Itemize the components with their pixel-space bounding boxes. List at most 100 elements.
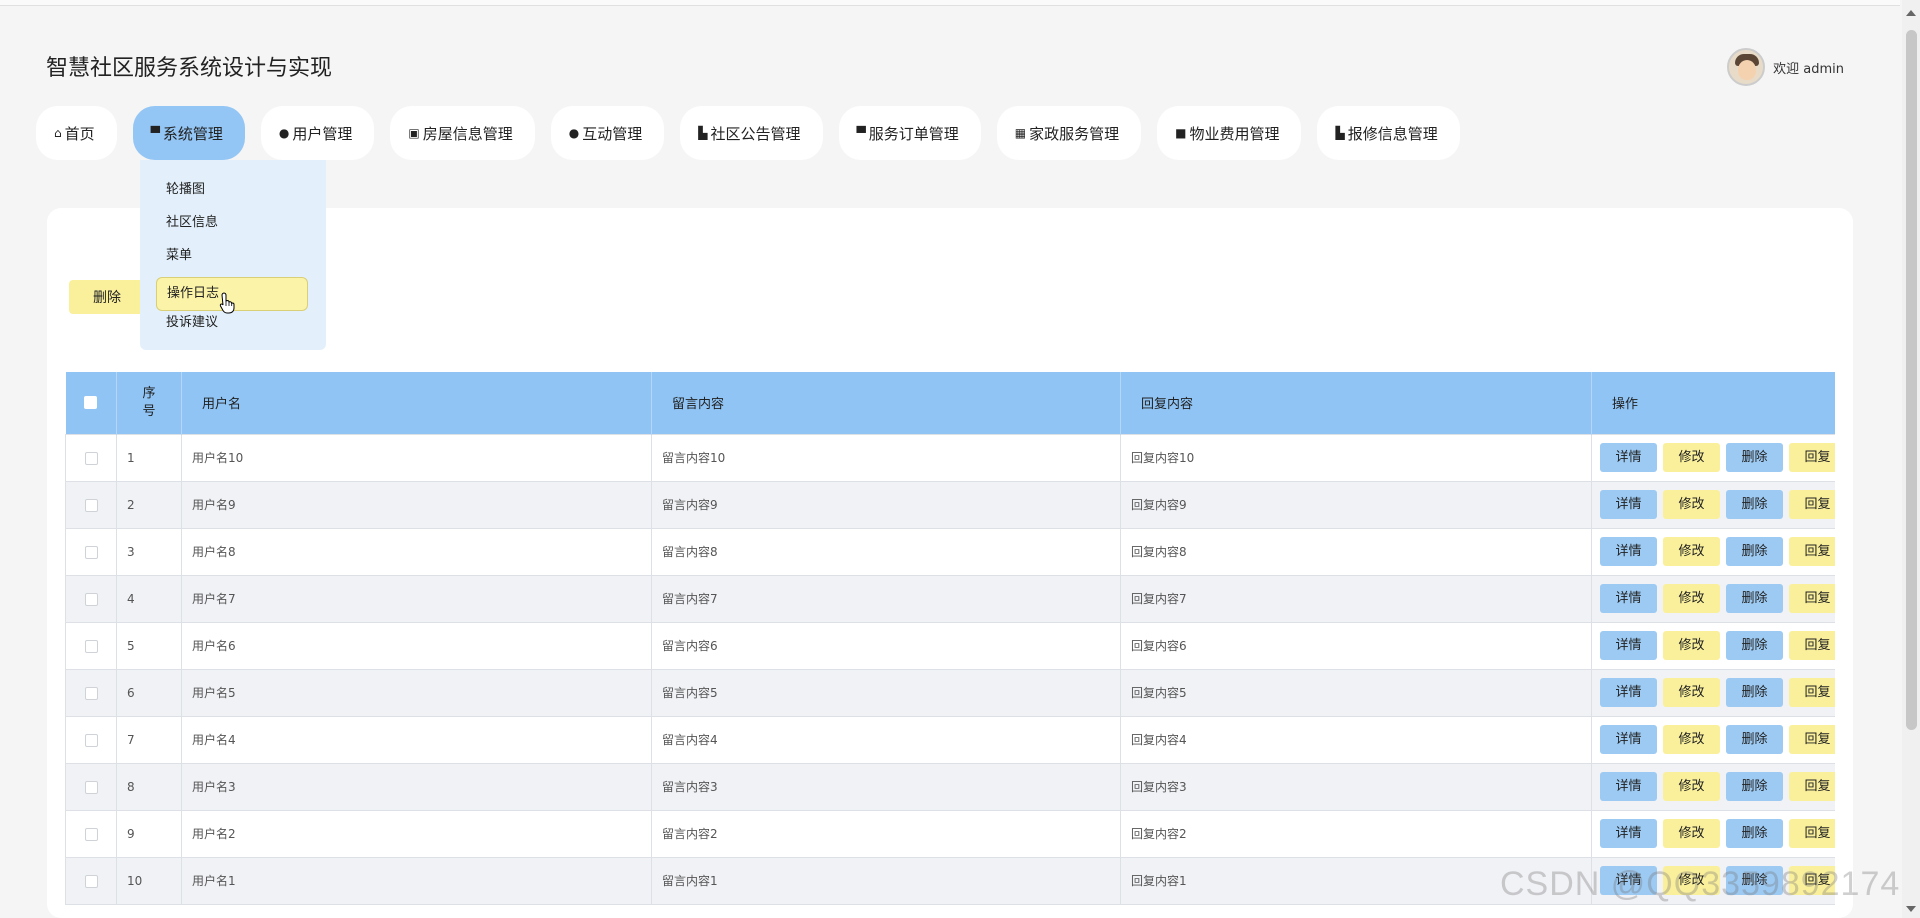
nav-property-fee[interactable]: ■ 物业费用管理 xyxy=(1157,106,1302,160)
edit-button[interactable]: 修改 xyxy=(1663,537,1720,566)
nav-community-notice[interactable]: ▙ 社区公告管理 xyxy=(680,106,823,160)
delete-button[interactable]: 删除 xyxy=(1726,819,1783,848)
detail-button[interactable]: 详情 xyxy=(1600,725,1657,754)
row-checkbox[interactable] xyxy=(84,874,98,888)
row-checkbox[interactable] xyxy=(84,545,98,559)
window-icon: ▀ xyxy=(856,126,866,140)
nav-repair-info[interactable]: ▙ 报修信息管理 xyxy=(1317,106,1460,160)
dropdown-item-community-info[interactable]: 社区信息 xyxy=(140,211,326,244)
delete-button[interactable]: 删除 xyxy=(1726,537,1783,566)
nav-housekeeping[interactable]: ▦ 家政服务管理 xyxy=(996,106,1142,160)
nav-label: 房屋信息管理 xyxy=(422,124,513,143)
cell-reply: 回复内容7 xyxy=(1120,574,1592,623)
detail-button[interactable]: 详情 xyxy=(1600,678,1657,707)
avatar[interactable] xyxy=(1727,48,1766,86)
nav-house-info[interactable]: ▣ 房屋信息管理 xyxy=(390,106,535,160)
reply-button[interactable]: 回复 xyxy=(1789,490,1835,519)
delete-button[interactable]: 删除 xyxy=(1726,678,1783,707)
detail-button[interactable]: 详情 xyxy=(1600,772,1657,801)
batch-delete-button[interactable]: 删除 xyxy=(69,280,145,314)
nav-service-order[interactable]: ▀ 服务订单管理 xyxy=(838,106,981,160)
nav-system-management[interactable]: ▀ 系统管理 xyxy=(132,106,245,160)
nav-interaction[interactable]: ● 互动管理 xyxy=(550,106,665,160)
detail-button[interactable]: 详情 xyxy=(1600,443,1657,472)
row-checkbox[interactable] xyxy=(84,592,98,606)
row-checkbox[interactable] xyxy=(84,498,98,512)
row-select-cell[interactable] xyxy=(65,621,117,670)
edit-button[interactable]: 修改 xyxy=(1663,631,1720,660)
vertical-scrollbar[interactable] xyxy=(1902,0,1920,918)
row-checkbox[interactable] xyxy=(84,780,98,794)
delete-button[interactable]: 删除 xyxy=(1726,772,1783,801)
scroll-down-arrow-icon[interactable] xyxy=(1906,906,1916,912)
scroll-up-arrow-icon[interactable] xyxy=(1906,10,1916,16)
row-checkbox[interactable] xyxy=(84,733,98,747)
reply-button[interactable]: 回复 xyxy=(1789,537,1835,566)
nav-label: 系统管理 xyxy=(162,124,223,143)
cell-username: 用户名5 xyxy=(181,668,652,717)
edit-button[interactable]: 修改 xyxy=(1663,490,1720,519)
row-checkbox[interactable] xyxy=(84,639,98,653)
nav-home[interactable]: ⌂ 首页 xyxy=(36,106,117,160)
row-select-cell[interactable] xyxy=(65,433,117,482)
delete-button[interactable]: 删除 xyxy=(1726,631,1783,660)
edit-button[interactable]: 修改 xyxy=(1663,584,1720,613)
header-message: 留言内容 xyxy=(651,372,1121,434)
row-select-cell[interactable] xyxy=(65,527,117,576)
detail-button[interactable]: 详情 xyxy=(1600,819,1657,848)
row-select-cell[interactable] xyxy=(65,762,117,811)
delete-button[interactable]: 删除 xyxy=(1726,443,1783,472)
reply-button[interactable]: 回复 xyxy=(1789,819,1835,848)
edit-button[interactable]: 修改 xyxy=(1663,819,1720,848)
scroll-thumb[interactable] xyxy=(1906,30,1917,730)
row-select-cell[interactable] xyxy=(65,856,117,905)
drop-icon: ● xyxy=(568,126,580,140)
reply-button[interactable]: 回复 xyxy=(1789,443,1835,472)
table-row: 1 用户名10 留言内容10 回复内容10 详情 修改 删除 回复 xyxy=(65,433,1835,482)
delete-button[interactable]: 删除 xyxy=(1726,490,1783,519)
reply-button[interactable]: 回复 xyxy=(1789,725,1835,754)
reply-button[interactable]: 回复 xyxy=(1789,772,1835,801)
reply-button[interactable]: 回复 xyxy=(1789,631,1835,660)
row-select-cell[interactable] xyxy=(65,715,117,764)
row-select-cell[interactable] xyxy=(65,480,117,529)
edit-button[interactable]: 修改 xyxy=(1663,725,1720,754)
header-reply: 回复内容 xyxy=(1120,372,1592,434)
user-box[interactable]: 欢迎 admin xyxy=(1727,48,1844,86)
edit-button[interactable]: 修改 xyxy=(1663,772,1720,801)
detail-button[interactable]: 详情 xyxy=(1600,584,1657,613)
delete-button[interactable]: 删除 xyxy=(1726,725,1783,754)
main-nav: ⌂ 首页 ▀ 系统管理 ● 用户管理 ▣ 房屋信息管理 ● 互动管理 ▙ 社区公告管理 ▀ 服… xyxy=(36,106,1460,160)
detail-button[interactable]: 详情 xyxy=(1600,490,1657,519)
cell-message: 留言内容6 xyxy=(651,621,1121,670)
cell-operations: 详情 修改 删除 回复 xyxy=(1591,715,1835,764)
edit-button[interactable]: 修改 xyxy=(1663,443,1720,472)
dropdown-item-carousel[interactable]: 轮播图 xyxy=(140,178,326,211)
row-select-cell[interactable] xyxy=(65,574,117,623)
dropdown-item-complaints[interactable]: 投诉建议 xyxy=(140,311,326,344)
detail-button[interactable]: 详情 xyxy=(1600,631,1657,660)
cell-operations: 详情 修改 删除 回复 xyxy=(1591,574,1835,623)
header-username: 用户名 xyxy=(181,372,652,434)
book-icon: ■ xyxy=(1175,126,1187,140)
edit-button[interactable]: 修改 xyxy=(1663,678,1720,707)
cell-operations: 详情 修改 删除 回复 xyxy=(1591,433,1835,482)
cell-seq: 7 xyxy=(116,715,182,764)
select-all-cell[interactable] xyxy=(65,372,117,434)
dropdown-item-menu[interactable]: 菜单 xyxy=(140,244,326,277)
browser-top-border xyxy=(0,0,1900,6)
reply-button[interactable]: 回复 xyxy=(1789,584,1835,613)
select-all-checkbox[interactable] xyxy=(84,396,98,410)
row-select-cell[interactable] xyxy=(65,668,117,717)
detail-button[interactable]: 详情 xyxy=(1600,537,1657,566)
row-checkbox[interactable] xyxy=(84,451,98,465)
row-checkbox[interactable] xyxy=(84,686,98,700)
row-select-cell[interactable] xyxy=(65,809,117,858)
nav-user-management[interactable]: ● 用户管理 xyxy=(260,106,375,160)
row-checkbox[interactable] xyxy=(84,827,98,841)
store-icon: ▦ xyxy=(1014,126,1027,140)
reply-button[interactable]: 回复 xyxy=(1789,678,1835,707)
header-operations: 操作 xyxy=(1591,372,1835,434)
delete-button[interactable]: 删除 xyxy=(1726,584,1783,613)
home-icon: ⌂ xyxy=(54,126,62,140)
